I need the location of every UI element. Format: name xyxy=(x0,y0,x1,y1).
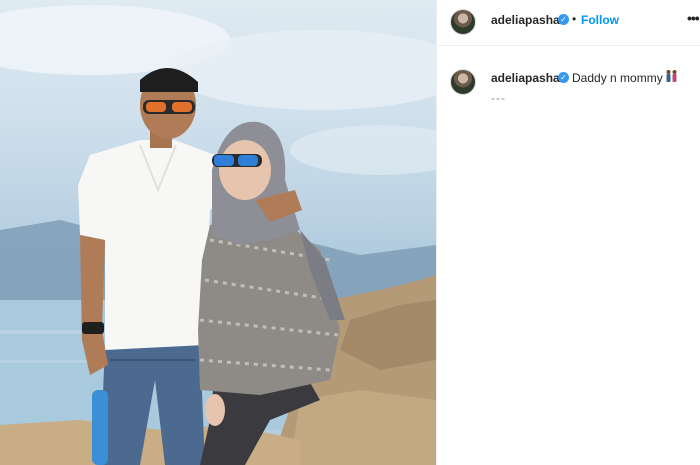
comment-avatar[interactable] xyxy=(450,69,476,95)
follow-button[interactable]: Follow xyxy=(581,13,619,27)
post-side-panel: adeliapasha ✓ • Follow ••• adeliapasha ✓… xyxy=(437,0,700,465)
couple-photo-illustration xyxy=(0,5,436,465)
verified-badge-icon: ✓ xyxy=(558,14,569,25)
caption-text: Daddy n mommy xyxy=(572,71,663,85)
comment-username[interactable]: adeliapasha xyxy=(491,71,560,85)
more-options-icon[interactable]: ••• xyxy=(687,10,700,26)
post-header: adeliapasha ✓ • Follow ••• xyxy=(437,0,700,46)
post-photo[interactable] xyxy=(0,0,436,465)
caption-more-text: --- xyxy=(491,91,506,105)
header-username[interactable]: adeliapasha xyxy=(491,13,560,27)
separator-dot: • xyxy=(572,12,577,26)
family-emoji-icon xyxy=(666,70,677,82)
avatar[interactable] xyxy=(450,9,476,35)
comment-verified-badge-icon: ✓ xyxy=(558,72,569,83)
